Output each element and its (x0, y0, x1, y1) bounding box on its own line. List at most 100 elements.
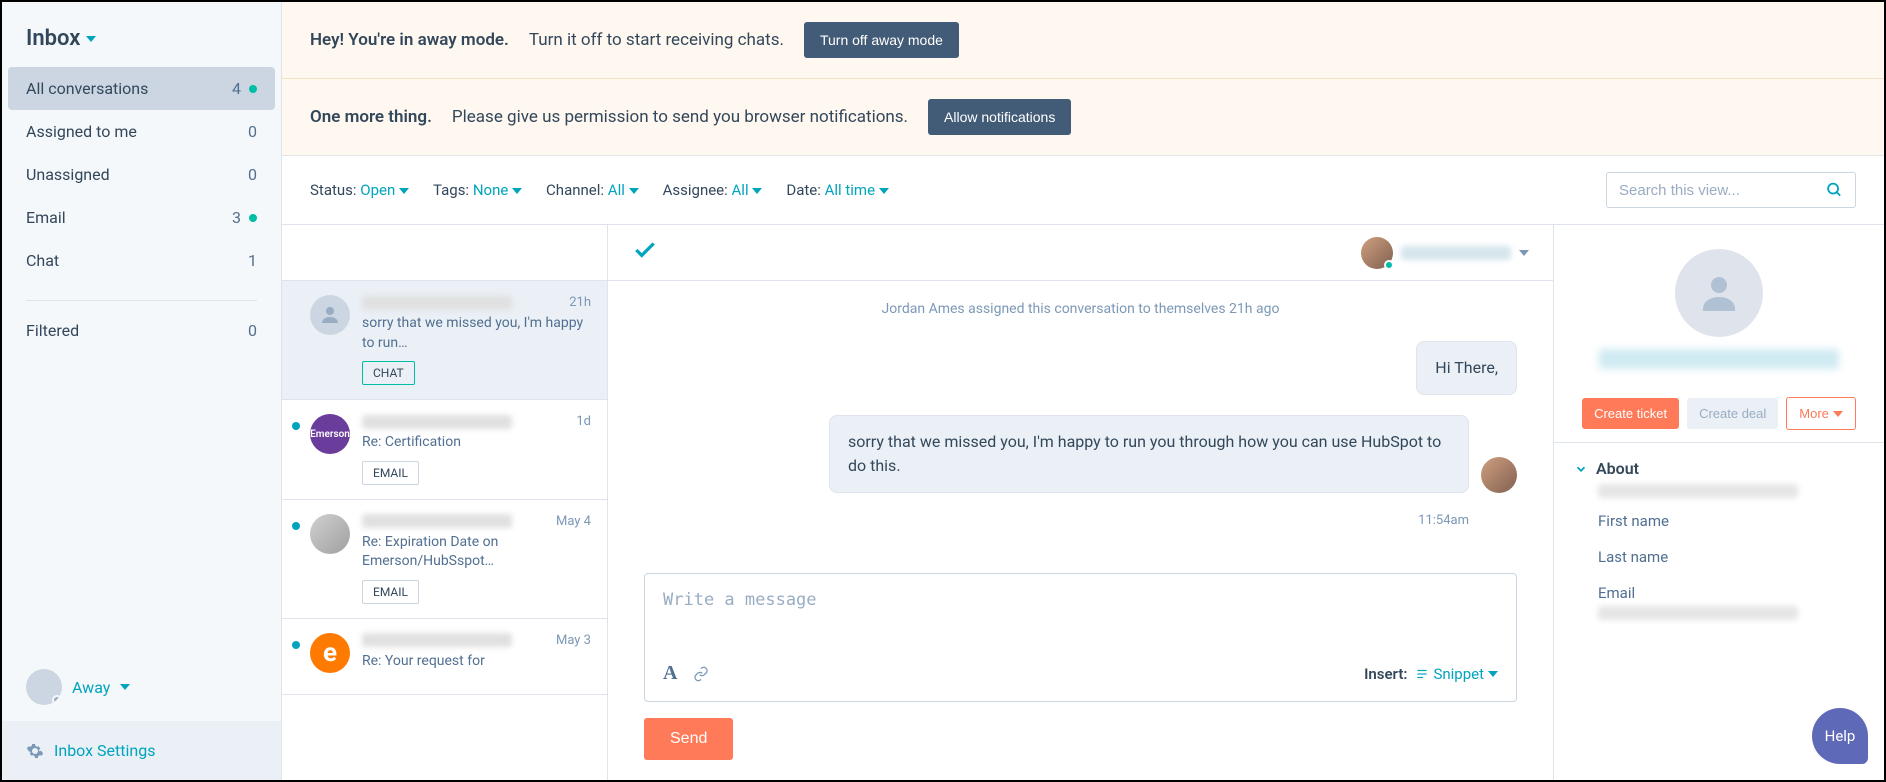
filters-row: Status: Open Tags: None Channel: All Ass… (282, 156, 1884, 225)
conversation-header (608, 225, 1553, 281)
message-row: Hi There, (644, 341, 1517, 395)
thread-time: 1d (576, 414, 591, 429)
help-button[interactable]: Help (1812, 708, 1868, 764)
message-time: 11:54am (644, 513, 1469, 528)
create-ticket-button[interactable]: Create ticket (1582, 398, 1679, 429)
user-avatar (26, 669, 62, 705)
send-button[interactable]: Send (644, 718, 733, 760)
nav-label: Filtered (26, 321, 79, 340)
nav-label: Chat (26, 251, 59, 270)
thread-preview: Re: Certification (362, 433, 591, 453)
thread-preview: sorry that we missed you, I'm happy to r… (362, 314, 591, 353)
presence-away-icon (52, 695, 62, 705)
contact-header (1554, 225, 1884, 385)
settings-label: Inbox Settings (54, 741, 155, 760)
nav-all-conversations[interactable]: All conversations 4 (8, 67, 275, 110)
caret-down-icon (120, 684, 130, 690)
unread-dot-icon (292, 641, 300, 649)
caret-down-icon (1833, 411, 1843, 417)
nav-chat[interactable]: Chat 1 (2, 239, 281, 282)
message-bubble: Hi There, (1416, 341, 1517, 395)
main: Hey! You're in away mode. Turn it off to… (282, 2, 1884, 780)
filter-assignee[interactable]: Assignee: All (663, 181, 763, 199)
thread-scroll[interactable]: 21h sorry that we missed you, I'm happy … (282, 281, 607, 780)
nav-count: 4 (232, 79, 257, 98)
create-deal-button[interactable]: Create deal (1687, 398, 1778, 429)
nav-assigned-to-me[interactable]: Assigned to me 0 (2, 110, 281, 153)
filter-status[interactable]: Status: Open (310, 181, 409, 199)
thread-name-redacted (362, 415, 512, 429)
thread-item[interactable]: 21h sorry that we missed you, I'm happy … (282, 281, 607, 400)
away-banner-title: Hey! You're in away mode. (310, 30, 509, 50)
field-email: Email (1574, 570, 1864, 620)
turn-off-away-button[interactable]: Turn off away mode (804, 22, 959, 58)
composer: A Insert: Snippet Send (644, 573, 1517, 760)
search-input-wrapper[interactable] (1606, 172, 1856, 208)
nav-count: 0 (248, 165, 257, 184)
contact-detail-column: Create ticket Create deal More About Fir… (1554, 225, 1884, 780)
search-icon (1826, 181, 1843, 199)
about-toggle[interactable]: About (1574, 459, 1864, 478)
workspace: 21h sorry that we missed you, I'm happy … (282, 225, 1884, 780)
presence-dropdown[interactable]: Away (2, 653, 281, 721)
search-input[interactable] (1619, 182, 1818, 199)
person-icon (318, 303, 342, 327)
thread-item[interactable]: Emerson 1d Re: Certification EMAIL (282, 400, 607, 500)
avatar (310, 514, 350, 554)
inbox-dropdown[interactable]: Inbox (2, 2, 281, 67)
detail-actions: Create ticket Create deal More (1554, 385, 1884, 442)
filter-date[interactable]: Date: All time (786, 181, 888, 199)
nav-label: Unassigned (26, 165, 110, 184)
assignee-dropdown[interactable] (1361, 237, 1529, 269)
caret-down-icon (879, 188, 889, 194)
nav-filtered[interactable]: Filtered 0 (2, 309, 281, 352)
unread-dot-icon (292, 422, 300, 430)
more-actions-button[interactable]: More (1786, 397, 1856, 430)
insert-snippet-button[interactable]: Snippet (1415, 665, 1498, 683)
check-icon (632, 237, 658, 263)
nav-count: 3 (232, 208, 257, 227)
unread-dot-icon (292, 522, 300, 530)
thread-preview: Re: Expiration Date on Emerson/HubSspot… (362, 533, 591, 572)
nav-count: 0 (248, 321, 257, 340)
avatar: e (310, 633, 350, 673)
gear-icon (26, 742, 44, 760)
caret-down-icon (752, 188, 762, 194)
thread-item[interactable]: May 4 Re: Expiration Date on Emerson/Hub… (282, 500, 607, 619)
nav-email[interactable]: Email 3 (2, 196, 281, 239)
inbox-label: Inbox (26, 26, 80, 51)
perm-banner-title: One more thing. (310, 107, 432, 127)
allow-notifications-button[interactable]: Allow notifications (928, 99, 1071, 135)
chevron-down-icon (1574, 462, 1588, 476)
nav-label: Email (26, 208, 66, 227)
about-section: About First name Last name Email (1554, 442, 1884, 636)
nav-unassigned[interactable]: Unassigned 0 (2, 153, 281, 196)
inbox-settings-link[interactable]: Inbox Settings (2, 721, 281, 780)
conversation-scroll[interactable]: Jordan Ames assigned this conversation t… (608, 281, 1553, 573)
avatar (310, 295, 350, 335)
list-icon (1415, 667, 1429, 681)
away-mode-banner: Hey! You're in away mode. Turn it off to… (282, 2, 1884, 79)
thread-item[interactable]: e May 3 Re: Your request for (282, 619, 607, 695)
contact-email-redacted (1599, 349, 1839, 369)
avatar: Emerson (310, 414, 350, 454)
text-format-button[interactable]: A (663, 662, 677, 685)
system-message: Jordan Ames assigned this conversation t… (644, 301, 1517, 317)
message-avatar (1481, 457, 1517, 493)
nav-label: Assigned to me (26, 122, 137, 141)
composer-box: A Insert: Snippet (644, 573, 1517, 702)
thread-preview: Re: Your request for (362, 652, 591, 672)
sidebar: Inbox All conversations 4 Assigned to me… (2, 2, 282, 780)
presence-label: Away (72, 678, 110, 697)
assignee-avatar (1361, 237, 1393, 269)
filter-channel[interactable]: Channel: All (546, 181, 639, 199)
mark-done-button[interactable] (632, 237, 658, 269)
message-input[interactable] (663, 590, 1498, 650)
thread-name-redacted (362, 633, 512, 647)
filter-tags[interactable]: Tags: None (433, 181, 522, 199)
nav-items: All conversations 4 Assigned to me 0 Una… (2, 67, 281, 292)
link-icon[interactable] (693, 666, 709, 682)
caret-down-icon (399, 188, 409, 194)
channel-badge: EMAIL (362, 461, 419, 485)
conversation-column: Jordan Ames assigned this conversation t… (608, 225, 1554, 780)
